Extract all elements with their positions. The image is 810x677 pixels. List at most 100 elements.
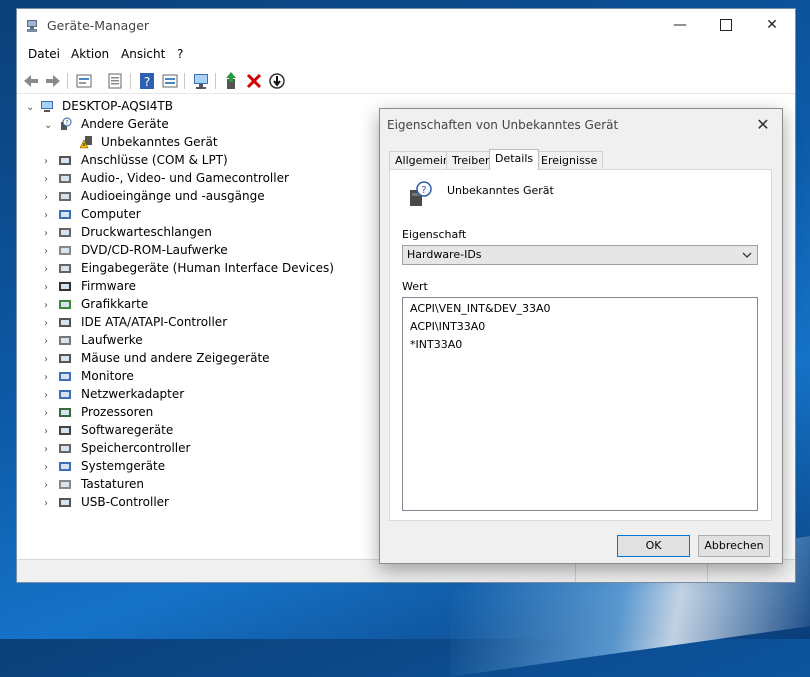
software-device-icon	[59, 426, 71, 435]
details-panel: ? Unbekanntes Gerät Eigenschaft Hardware…	[389, 169, 772, 521]
tree-category-item[interactable]: › Anschlüsse (COM & LPT)	[44, 151, 344, 169]
tree-category-label: Speichercontroller	[81, 441, 191, 455]
svg-text:?: ?	[65, 120, 68, 127]
system-device-icon	[59, 462, 71, 471]
tree-category-label: DVD/CD-ROM-Laufwerke	[81, 243, 228, 257]
tree-category-label: Monitore	[81, 369, 134, 383]
details-view-icon[interactable]	[160, 71, 180, 91]
svg-text:?: ?	[144, 75, 150, 89]
maximize-button[interactable]	[703, 9, 749, 41]
unknown-device-icon: ?	[61, 117, 72, 130]
menu-aktion[interactable]: Aktion	[71, 47, 109, 61]
back-arrow-icon[interactable]	[21, 71, 41, 91]
collapse-chevron-icon[interactable]: ⌄	[44, 117, 54, 135]
properties-icon[interactable]	[74, 71, 94, 91]
disable-device-icon[interactable]	[267, 71, 287, 91]
value-list-item[interactable]: *INT33A0	[410, 338, 462, 351]
tree-category-label: Laufwerke	[81, 333, 143, 347]
tree-category-label: Grafikkarte	[81, 297, 149, 311]
tree-category-label: IDE ATA/ATAPI-Controller	[81, 315, 228, 329]
tab-ereignisse[interactable]: Ereignisse	[535, 151, 604, 169]
tree-category-item[interactable]: › Computer	[44, 205, 344, 223]
storage-controller-icon	[59, 444, 71, 453]
keyboard-icon	[59, 480, 71, 489]
unknown-device-icon: ?	[410, 181, 432, 206]
value-list-item[interactable]: ACPI\VEN_INT&DEV_33A0	[410, 302, 551, 315]
tree-category-item[interactable]: › DVD/CD-ROM-Laufwerke	[44, 241, 344, 259]
device-name: Unbekanntes Gerät	[447, 184, 554, 197]
menu-datei[interactable]: Datei	[28, 47, 60, 61]
minimize-button[interactable]: —	[657, 9, 703, 41]
ok-button[interactable]: OK	[617, 535, 690, 557]
toolbar-separator	[215, 73, 216, 89]
computer-icon	[59, 210, 71, 219]
tree-category-item[interactable]: › IDE ATA/ATAPI-Controller	[44, 313, 344, 331]
forward-arrow-icon[interactable]	[43, 71, 63, 91]
menu-help[interactable]: ?	[177, 47, 183, 61]
toolbar-separator	[184, 73, 185, 89]
tree-category-item[interactable]: › Prozessoren	[44, 403, 344, 421]
title-bar: Geräte-Manager — ✕	[17, 9, 795, 41]
tree-category-item[interactable]: › Laufwerke	[44, 331, 344, 349]
disk-drive-icon	[59, 336, 71, 345]
tree-category-item[interactable]: › Netzwerkadapter	[44, 385, 344, 403]
property-dropdown[interactable]: Hardware-IDs	[402, 245, 758, 265]
tree-category-item[interactable]: › Firmware	[44, 277, 344, 295]
scan-hardware-icon[interactable]	[191, 71, 211, 91]
keyboard-hid-icon	[59, 264, 71, 273]
menu-ansicht[interactable]: Ansicht	[121, 47, 165, 61]
tree-category-item[interactable]: › Audioeingänge und -ausgänge	[44, 187, 344, 205]
tree-category-item[interactable]: › Speichercontroller	[44, 439, 344, 457]
value-list-item[interactable]: ACPI\INT33A0	[410, 320, 485, 333]
tree-category-item[interactable]: › USB-Controller	[44, 493, 344, 511]
speaker-icon	[59, 174, 71, 183]
dialog-close-button[interactable]: ✕	[752, 114, 774, 136]
tree-category-label: Anschlüsse (COM & LPT)	[81, 153, 228, 167]
tree-category-item[interactable]: › Mäuse und andere Zeigegeräte	[44, 349, 344, 367]
dialog-title: Eigenschaften von Unbekanntes Gerät	[387, 118, 619, 132]
tree-category-label: Firmware	[81, 279, 136, 293]
toolbar-separator	[67, 73, 68, 89]
properties-dialog: Eigenschaften von Unbekanntes Gerät ✕ Al…	[379, 108, 783, 564]
tree-category-label: Andere Geräte	[81, 117, 169, 131]
tree-category-label: Audio-, Video- und Gamecontroller	[81, 171, 289, 185]
tree-device-label: Unbekanntes Gerät	[101, 135, 218, 149]
tree-root[interactable]: ⌄ DESKTOP-AQSI4TB	[26, 97, 226, 115]
help-icon[interactable]: ?	[137, 71, 157, 91]
ide-controller-icon	[59, 318, 71, 327]
tree-category-label: Prozessoren	[81, 405, 154, 419]
value-list[interactable]: ACPI\VEN_INT&DEV_33A0 ACPI\INT33A0 *INT3…	[402, 297, 758, 511]
graphics-card-icon	[59, 300, 71, 309]
show-hidden-icon[interactable]	[105, 71, 125, 91]
window-title: Geräte-Manager	[47, 18, 150, 33]
processor-icon	[59, 408, 71, 417]
tree-category-item[interactable]: › Eingabegeräte (Human Interface Devices)	[44, 259, 344, 277]
tree-category-item[interactable]: › Audio-, Video- und Gamecontroller	[44, 169, 344, 187]
expand-chevron-icon[interactable]: ›	[44, 495, 54, 513]
menu-bar: Datei Aktion Ansicht ?	[17, 44, 795, 66]
cancel-button[interactable]: Abbrechen	[698, 535, 770, 557]
uninstall-icon[interactable]	[244, 71, 264, 91]
tree-category-label: Mäuse und andere Zeigegeräte	[81, 351, 270, 365]
tree-category-label: USB-Controller	[81, 495, 169, 509]
tree-category-label: Audioeingänge und -ausgänge	[81, 189, 265, 203]
tree-category-item[interactable]: › Softwaregeräte	[44, 421, 344, 439]
tree-category-label: Softwaregeräte	[81, 423, 174, 437]
update-driver-icon[interactable]	[222, 71, 242, 91]
tree-category-label: Netzwerkadapter	[81, 387, 185, 401]
tree-category-item[interactable]: › Grafikkarte	[44, 295, 344, 313]
tree-category-item[interactable]: › Monitore	[44, 367, 344, 385]
tree-category-item[interactable]: › Druckwarteschlangen	[44, 223, 344, 241]
printer-icon	[59, 228, 71, 237]
tree-category-label: Tastaturen	[81, 477, 144, 491]
device-manager-app-icon	[27, 20, 37, 32]
tree-category-andere-geraete[interactable]: ⌄ ? Andere Geräte	[44, 115, 244, 133]
chevron-down-icon	[742, 252, 752, 258]
tree-category-item[interactable]: › Systemgeräte	[44, 457, 344, 475]
tree-device-unbekanntes-geraet[interactable]: Unbekanntes Gerät	[80, 133, 280, 151]
tab-details[interactable]: Details	[489, 149, 540, 170]
network-adapter-icon	[59, 390, 71, 399]
tree-category-item[interactable]: › Tastaturen	[44, 475, 344, 493]
collapse-chevron-icon[interactable]: ⌄	[26, 99, 36, 117]
close-window-button[interactable]: ✕	[749, 9, 795, 41]
